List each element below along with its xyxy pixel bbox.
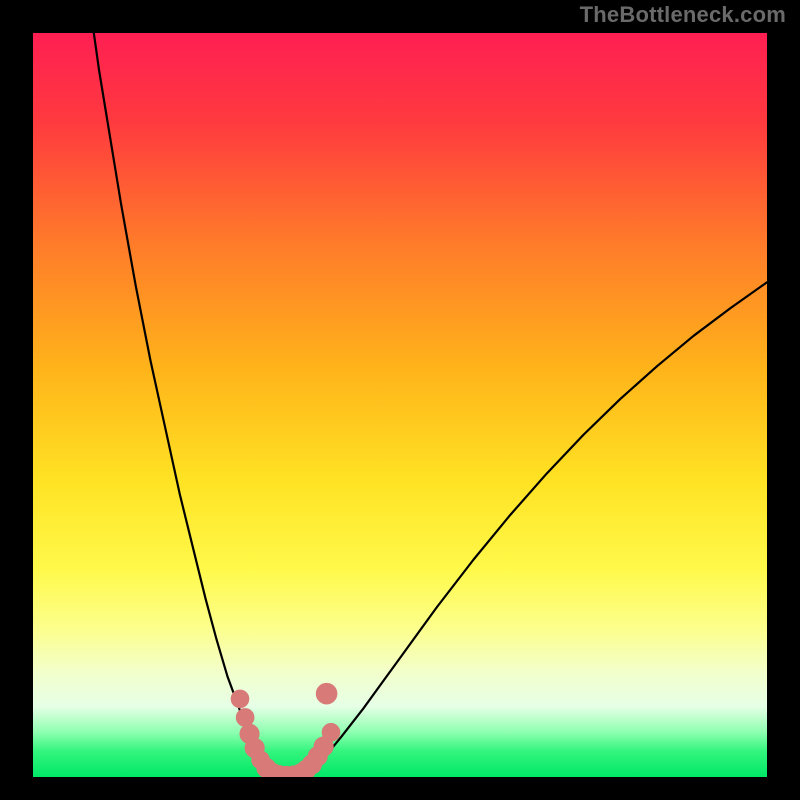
data-marker <box>316 683 337 704</box>
data-marker <box>322 724 340 742</box>
plot-background <box>33 33 767 777</box>
watermark-text: TheBottleneck.com <box>580 2 786 28</box>
bottleneck-chart <box>0 0 800 800</box>
data-marker <box>236 709 254 727</box>
data-marker <box>231 690 249 708</box>
